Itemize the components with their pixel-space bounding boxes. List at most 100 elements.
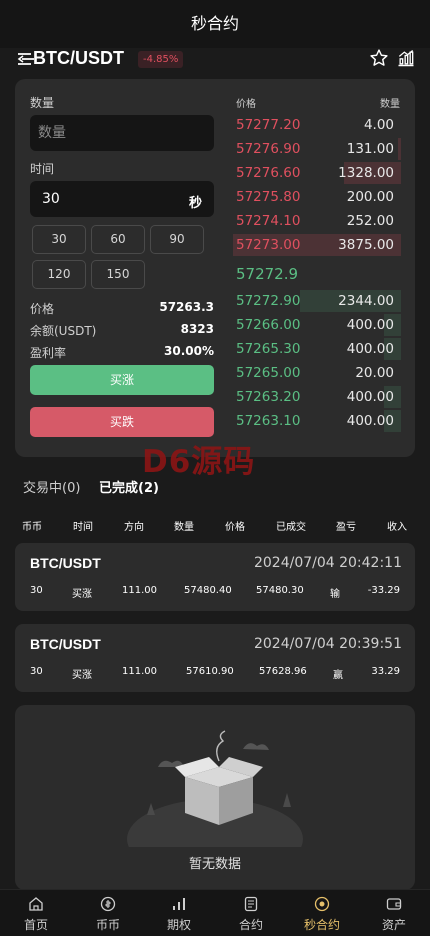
orderbook-price: 57266.00 xyxy=(236,317,301,333)
nav-item-coin[interactable]: 币币 xyxy=(72,890,144,936)
price-value: 57263.3 xyxy=(159,300,214,314)
orderbook-price: 57273.00 xyxy=(236,237,301,253)
nav-label: 币币 xyxy=(95,918,120,932)
page-title: 秒合约 xyxy=(0,0,430,48)
orderbook-qty: 20.00 xyxy=(355,365,394,381)
nav-item-options[interactable]: 期权 xyxy=(143,890,215,936)
buy-down-button[interactable]: 买跌 xyxy=(30,407,214,437)
orderbook-price: 57272.90 xyxy=(236,293,301,309)
target-icon xyxy=(314,896,330,912)
order-amount: 111.00 xyxy=(122,585,157,596)
nav-item-contract[interactable]: 合约 xyxy=(215,890,287,936)
order-direction: 买涨 xyxy=(72,589,92,600)
orderbook-qty: 400.00 xyxy=(346,413,394,429)
orderbook-row[interactable]: 57275.80 200.00 xyxy=(233,186,401,208)
nav-item-second-contract[interactable]: 秒合约 xyxy=(286,890,358,936)
pair-name[interactable]: BTC/USDT xyxy=(33,48,124,69)
orderbook-price: 57276.60 xyxy=(236,165,301,181)
order-direction: 买涨 xyxy=(72,670,92,681)
time-value: 30 xyxy=(42,191,60,207)
empty-state: 暂无数据 xyxy=(15,705,415,890)
order-filled: 57480.30 xyxy=(256,585,304,596)
bars-icon xyxy=(173,898,185,910)
tab-completed[interactable]: 已完成(2) xyxy=(99,477,159,496)
duration-option[interactable]: 90 xyxy=(150,225,204,254)
orderbook-price-header: 价格 xyxy=(236,99,256,110)
column-header: 已成交 xyxy=(276,522,306,533)
profit-value: 30.00% xyxy=(164,344,214,358)
price-label: 价格 xyxy=(30,302,55,316)
duration-option[interactable]: 150 xyxy=(91,260,145,289)
nav-item-home[interactable]: 首页 xyxy=(0,890,72,936)
orderbook-qty: 252.00 xyxy=(346,213,394,229)
order-result: 输 xyxy=(330,589,340,600)
order-filled: 57628.96 xyxy=(259,666,307,677)
column-header: 方向 xyxy=(124,522,144,533)
trade-panel: 数量 时间 30 秒 30 60 90 120 150 价格 57263.3 余… xyxy=(15,79,415,457)
order-result: 赢 xyxy=(333,670,343,681)
duration-option[interactable]: 120 xyxy=(32,260,86,289)
orderbook-row[interactable]: 57263.10 400.00 xyxy=(233,410,401,432)
duration-option[interactable]: 30 xyxy=(32,225,86,254)
orderbook-qty: 3875.00 xyxy=(338,237,394,253)
orderbook-row[interactable]: 57263.20 400.00 xyxy=(233,386,401,408)
tab-trading[interactable]: 交易中(0) xyxy=(23,477,80,496)
time-label: 时间 xyxy=(30,162,55,176)
nav-label: 期权 xyxy=(166,918,191,932)
orderbook-price: 57263.20 xyxy=(236,389,301,405)
order-price: 57610.90 xyxy=(186,666,234,677)
orderbook-row[interactable]: 57273.00 3875.00 xyxy=(233,234,401,256)
orderbook-row[interactable]: 57272.90 2344.00 xyxy=(233,290,401,312)
chart-icon[interactable] xyxy=(396,48,416,68)
nav-item-assets[interactable]: 资产 xyxy=(358,890,430,936)
time-field[interactable]: 30 秒 xyxy=(30,181,214,217)
orderbook-qty: 200.00 xyxy=(346,189,394,205)
orderbook-qty: 400.00 xyxy=(346,341,394,357)
orderbook-qty-header: 数量 xyxy=(380,99,400,110)
pair-header: BTC/USDT -4.85% xyxy=(0,44,430,76)
empty-box-illustration xyxy=(127,730,303,847)
duration-option[interactable]: 60 xyxy=(91,225,145,254)
amount-input[interactable] xyxy=(30,115,214,151)
orderbook-row[interactable]: 57265.30 400.00 xyxy=(233,338,401,360)
balance-label: 余额(USDT) xyxy=(30,324,97,338)
orderbook-price: 57275.80 xyxy=(236,189,301,205)
order-time: 2024/07/04 20:42:11 xyxy=(253,555,402,571)
star-icon[interactable] xyxy=(369,48,389,68)
orderbook-qty: 1328.00 xyxy=(338,165,394,181)
order-income: -33.29 xyxy=(367,585,400,596)
orderbook-price: 57276.90 xyxy=(236,141,301,157)
order-card[interactable]: BTC/USDT 2024/07/04 20:42:11 30 买涨 111.0… xyxy=(15,543,415,611)
buy-up-button[interactable]: 买涨 xyxy=(30,365,214,395)
balance-value: 8323 xyxy=(180,322,214,336)
orderbook-qty: 400.00 xyxy=(346,389,394,405)
order-duration: 30 xyxy=(30,666,43,677)
orderbook-row[interactable]: 57276.90 131.00 xyxy=(233,138,401,160)
nav-label: 首页 xyxy=(23,918,48,932)
nav-label: 资产 xyxy=(381,918,406,932)
orderbook-row[interactable]: 57276.60 1328.00 xyxy=(233,162,401,184)
order-amount: 111.00 xyxy=(122,666,157,677)
column-header: 价格 xyxy=(225,522,245,533)
orderbook-qty: 400.00 xyxy=(346,317,394,333)
order-duration: 30 xyxy=(30,585,43,596)
order-card[interactable]: BTC/USDT 2024/07/04 20:39:51 30 买涨 111.0… xyxy=(15,624,415,692)
orderbook-row[interactable]: 57277.20 4.00 xyxy=(233,114,401,136)
home-icon xyxy=(29,897,43,911)
orderbook-row[interactable]: 57274.10 252.00 xyxy=(233,210,401,232)
amount-label: 数量 xyxy=(30,96,55,110)
orderbook-row[interactable]: 57266.00 400.00 xyxy=(233,314,401,336)
menu-icon[interactable] xyxy=(16,50,34,68)
depth-bar xyxy=(397,138,401,160)
orderbook-row[interactable]: 57265.00 20.00 xyxy=(233,362,401,384)
nav-label: 秒合约 xyxy=(303,918,340,932)
orderbook-qty: 2344.00 xyxy=(338,293,394,309)
wallet-icon xyxy=(386,898,402,910)
nav-label: 合约 xyxy=(238,918,263,932)
order-tabs: 交易中(0) 已完成(2) xyxy=(0,472,430,500)
column-header: 收入 xyxy=(387,522,407,533)
orderbook-price: 57265.30 xyxy=(236,341,301,357)
bottom-nav: 首页 币币 期权 合约 秒合约 资产 xyxy=(0,889,430,936)
order-income: 33.29 xyxy=(371,666,400,677)
order-pair: BTC/USDT xyxy=(30,636,101,652)
